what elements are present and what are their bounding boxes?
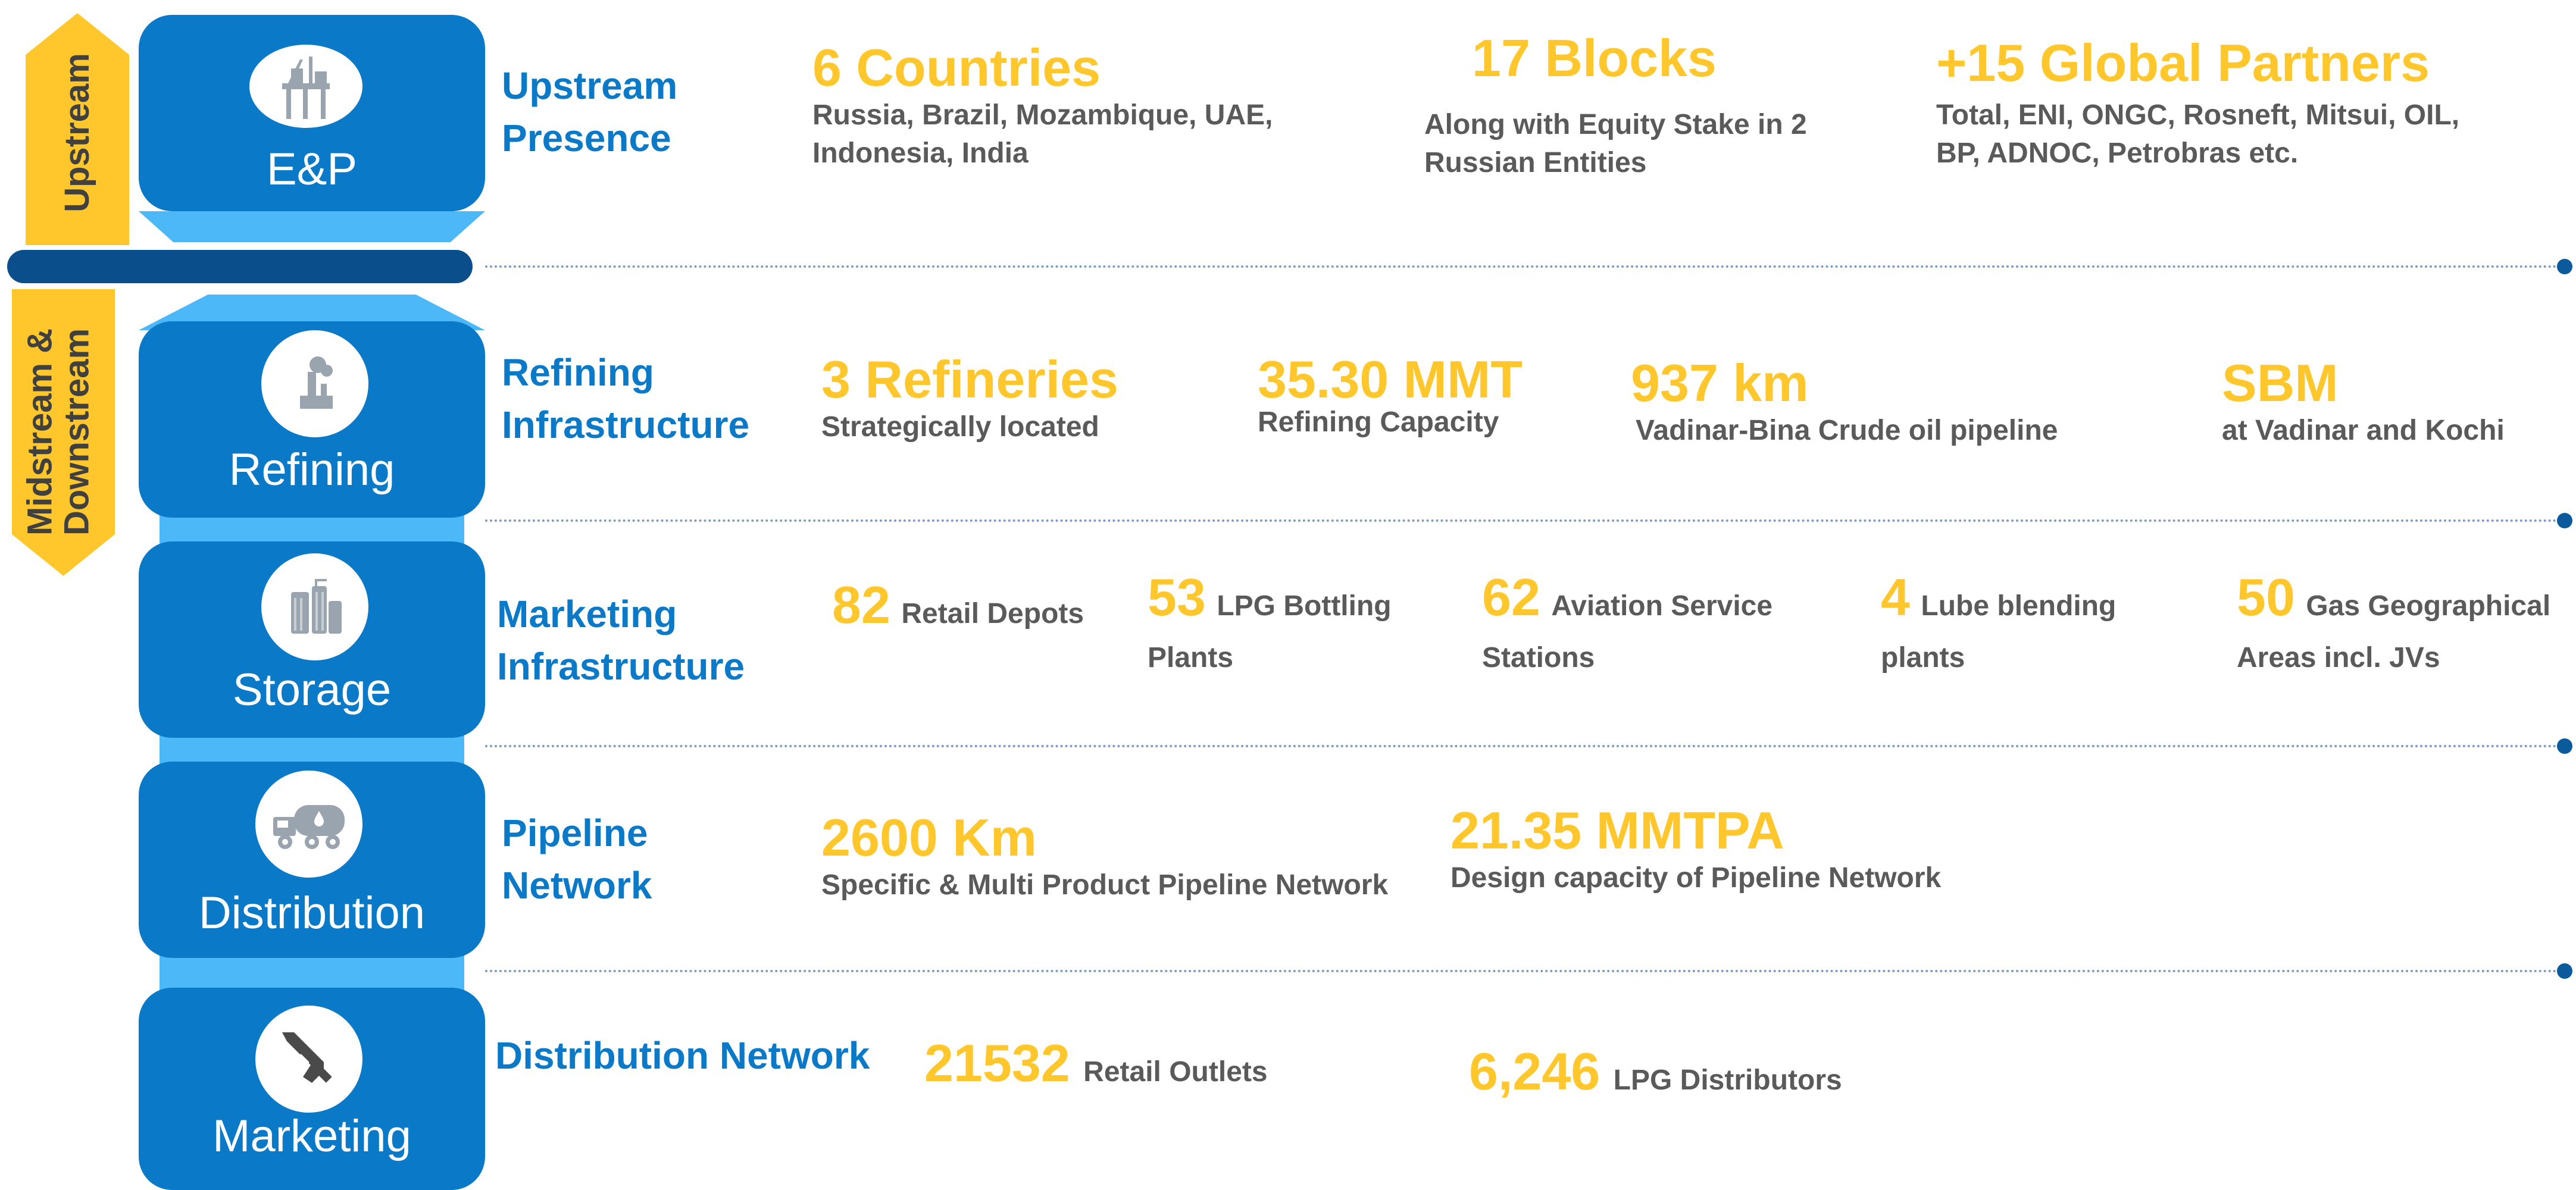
- upstream-divider-bar: [7, 250, 473, 283]
- stat-partners-value: +15 Global Partners: [1936, 33, 2430, 92]
- stat-crude-pipeline-value: 937 km: [1631, 353, 1809, 412]
- upstream-banner-label: Upstream: [58, 53, 96, 212]
- separator-3: [485, 738, 2572, 754]
- stat-aviation-stations-value: 62: [1482, 568, 1540, 627]
- stat-lube-plants-value: 4: [1881, 568, 1910, 627]
- tanker-truck-icon: [255, 771, 362, 878]
- heading-pipeline-line2: Network: [502, 864, 652, 907]
- stat-refining-capacity: 35.30 MMT Refining Capacity: [1258, 351, 1523, 441]
- upstream-banner: Upstream: [26, 13, 129, 245]
- stat-retail-depots-value: 82: [832, 575, 890, 634]
- stat-pipeline-length-value: 2600 Km: [821, 808, 1037, 867]
- stage-label-marketing: Marketing: [212, 1111, 411, 1161]
- stat-retail-outlets: 21532 Retail Outlets: [924, 1033, 1268, 1094]
- stat-lube-plants-desc: Lube blending plants: [1881, 590, 2117, 674]
- heading-upstream-presence: Upstream Presence: [502, 60, 677, 164]
- stat-partners-desc: Total, ENI, ONGC, Rosneft, Mitsui, OIL, …: [1936, 99, 2460, 169]
- stat-retail-outlets-value: 21532: [924, 1034, 1070, 1092]
- stat-retail-depots-desc: Retail Depots: [901, 598, 1084, 630]
- heading-marketing-line1: Marketing: [497, 593, 677, 635]
- heading-refining-line2: Infrastructure: [502, 403, 750, 446]
- stat-countries-value: 6 Countries: [812, 38, 1101, 97]
- stat-blocks-desc: Along with Equity Stake in 2 Russian Ent…: [1424, 109, 1807, 178]
- stat-sbm: SBM at Vadinar and Kochi: [2222, 355, 2505, 450]
- storage-tanks-icon: [261, 553, 368, 660]
- stat-sbm-value: SBM: [2222, 353, 2339, 412]
- stat-pipeline-length-desc: Specific & Multi Product Pipeline Networ…: [821, 869, 1389, 901]
- heading-upstream-line1: Upstream: [502, 64, 678, 107]
- stat-lube-plants: 4 Lube blending plants: [1881, 571, 2155, 687]
- ep-icon: [249, 45, 362, 128]
- midstream-label-line2: Downstream: [57, 328, 96, 536]
- heading-refining-infrastructure: Refining Infrastructure: [502, 346, 749, 451]
- separator-1: [485, 259, 2572, 274]
- stat-lpg-distributors-value: 6,246: [1469, 1042, 1600, 1101]
- heading-pipeline-line1: Pipeline: [502, 812, 648, 854]
- stat-pipeline-length: 2600 Km Specific & Multi Product Pipelin…: [821, 809, 1388, 904]
- stat-pipeline-capacity-desc: Design capacity of Pipeline Network: [1450, 862, 1942, 894]
- stat-pipeline-capacity-value: 21.35 MMTPA: [1450, 801, 1784, 860]
- heading-marketing-infrastructure: Marketing Infrastructure: [497, 588, 745, 693]
- stat-refineries-value: 3 Refineries: [821, 350, 1118, 409]
- stat-countries: 6 Countries Russia, Brazil, Mozambique, …: [812, 39, 1408, 173]
- fuel-nozzle-icon: [255, 1006, 362, 1113]
- stat-lpg-bottling: 53 LPG Bottling Plants: [1148, 571, 1421, 687]
- stage-card-storage: Storage: [139, 541, 485, 738]
- stat-sbm-desc: at Vadinar and Kochi: [2222, 415, 2505, 446]
- heading-marketing-line2: Infrastructure: [497, 645, 745, 688]
- connector-ep-bottom: [139, 211, 485, 242]
- separator-4-dot: [2557, 963, 2572, 979]
- heading-refining-line1: Refining: [502, 351, 654, 394]
- stat-refining-capacity-value: 35.30 MMT: [1258, 350, 1523, 409]
- stat-blocks: 17 Blocks Along with Equity Stake in 2 R…: [1424, 30, 1841, 182]
- separator-3-dot: [2557, 738, 2572, 754]
- separator-2: [485, 513, 2572, 528]
- stage-label-storage: Storage: [232, 665, 392, 715]
- stage-card-distribution: Distribution: [139, 762, 485, 958]
- stat-retail-outlets-desc: Retail Outlets: [1083, 1056, 1268, 1088]
- stat-refineries-desc: Strategically located: [821, 411, 1099, 443]
- midstream-label-line1: Midstream &: [20, 328, 60, 536]
- separator-2-dot: [2557, 513, 2572, 528]
- stat-lpg-bottling-value: 53: [1148, 568, 1206, 627]
- midstream-banner-label: Midstream & Downstream: [22, 292, 105, 573]
- stage-label-ep: E&P: [266, 144, 358, 195]
- stat-crude-pipeline: 937 km Vadinar-Bina Crude oil pipeline: [1631, 355, 2058, 450]
- stat-refineries: 3 Refineries Strategically located: [821, 351, 1118, 446]
- stat-countries-desc: Russia, Brazil, Mozambique, UAE, Indones…: [812, 99, 1273, 169]
- stat-partners: +15 Global Partners Total, ENI, ONGC, Ro…: [1936, 35, 2531, 173]
- stat-gas-areas: 50 Gas Geographical Areas incl. JVs: [2237, 571, 2570, 687]
- stage-card-refining: Refining: [139, 321, 485, 518]
- separator-4: [485, 963, 2572, 979]
- stage-label-distribution: Distribution: [198, 888, 426, 938]
- stat-aviation-stations: 62 Aviation Service Stations: [1482, 571, 1780, 687]
- stat-pipeline-capacity: 21.35 MMTPA Design capacity of Pipeline …: [1450, 802, 1941, 897]
- stat-refining-capacity-desc: Refining Capacity: [1258, 406, 1499, 438]
- refinery-icon: [261, 330, 368, 437]
- stat-retail-depots: 82 Retail Depots: [832, 575, 1142, 635]
- separator-1-dot: [2557, 259, 2572, 274]
- heading-upstream-line2: Presence: [502, 117, 671, 159]
- heading-distribution-network: Distribution Network: [495, 1034, 870, 1077]
- stage-card-ep: E&P: [139, 15, 485, 211]
- heading-pipeline-network: Pipeline Network: [502, 807, 652, 912]
- stat-gas-areas-value: 50: [2237, 568, 2295, 627]
- stat-crude-pipeline-desc: Vadinar-Bina Crude oil pipeline: [1636, 415, 2058, 446]
- stat-lpg-distributors: 6,246 LPG Distributors: [1469, 1041, 1842, 1102]
- midstream-downstream-banner: Midstream & Downstream: [12, 289, 115, 576]
- stat-lpg-distributors-desc: LPG Distributors: [1613, 1064, 1842, 1096]
- stage-card-marketing: Marketing: [139, 988, 485, 1190]
- stat-blocks-value: 17 Blocks: [1472, 29, 1717, 87]
- stage-label-refining: Refining: [229, 444, 395, 495]
